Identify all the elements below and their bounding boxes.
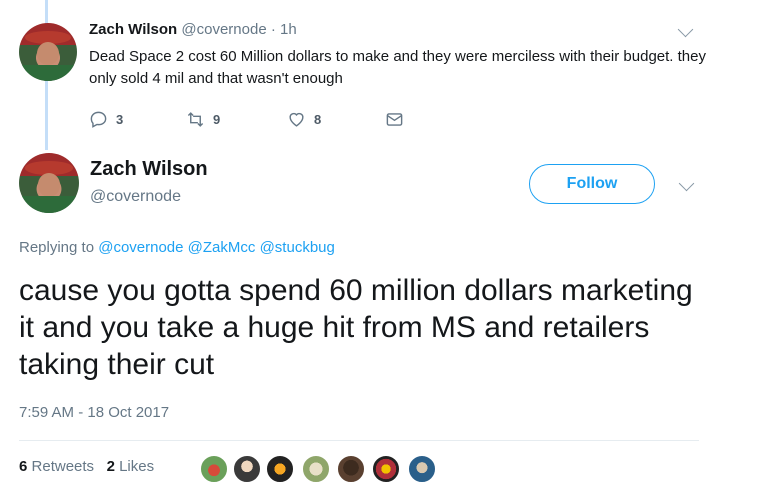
reply-icon: [90, 111, 107, 128]
like-count: 8: [314, 111, 322, 127]
retweet-action[interactable]: 9: [186, 108, 220, 130]
reply-mention-link[interactable]: @ZakMcc: [188, 239, 256, 256]
dm-action[interactable]: [385, 108, 404, 130]
replying-to: Replying to @covernode @ZakMcc @stuckbug: [19, 239, 335, 256]
main-author-handle[interactable]: @covernode: [90, 188, 181, 206]
tweet-stats: 6 Retweets 2 Likes: [19, 458, 154, 475]
retweets-stat[interactable]: 6 Retweets: [19, 458, 94, 475]
parent-tweet-header: Zach Wilson @covernode · 1h: [89, 21, 297, 38]
avatar-face: [36, 42, 59, 66]
likes-label: Likes: [119, 458, 155, 475]
parent-tweet-text: Dead Space 2 cost 60 Million dollars to …: [89, 48, 706, 87]
avatar-face: [37, 172, 61, 197]
retweet-icon: [187, 111, 204, 127]
chevron-down-icon[interactable]: [677, 21, 694, 38]
engager-avatar[interactable]: [337, 455, 365, 483]
engager-avatar[interactable]: [266, 455, 294, 483]
likes-count: 2: [106, 458, 115, 475]
parent-author-name[interactable]: Zach Wilson: [89, 21, 177, 38]
likes-stat[interactable]: 2 Likes: [107, 458, 155, 475]
stats-divider: [19, 440, 699, 441]
main-author-name[interactable]: Zach Wilson: [90, 158, 208, 181]
avatar-shirt: [19, 196, 79, 213]
avatar-shirt: [19, 64, 77, 81]
like-action[interactable]: 8: [287, 108, 321, 130]
engager-avatar[interactable]: [408, 455, 436, 483]
heart-icon: [289, 112, 304, 127]
reply-count: 3: [116, 111, 124, 127]
follow-button[interactable]: Follow: [529, 164, 655, 204]
parent-time[interactable]: 1h: [280, 21, 297, 38]
reply-action[interactable]: 3: [89, 108, 123, 130]
parent-author-handle[interactable]: @covernode: [181, 21, 266, 38]
engager-avatar[interactable]: [372, 455, 400, 483]
reply-mention-link[interactable]: @stuckbug: [260, 239, 335, 256]
retweets-label: Retweets: [31, 458, 95, 475]
engager-avatar[interactable]: [302, 455, 330, 483]
engager-avatar[interactable]: [200, 455, 228, 483]
replying-prefix: Replying to: [19, 239, 95, 256]
retweets-count: 6: [19, 458, 28, 475]
reply-mention-link[interactable]: @covernode: [98, 239, 183, 256]
parent-time-separator: ·: [270, 21, 276, 38]
envelope-icon: [386, 112, 403, 126]
engager-avatar[interactable]: [233, 455, 261, 483]
parent-avatar[interactable]: [19, 23, 77, 81]
main-tweet-text: cause you gotta spend 60 million dollars…: [19, 274, 693, 381]
main-avatar[interactable]: [19, 153, 79, 213]
chevron-down-icon[interactable]: [678, 175, 695, 192]
retweet-count: 9: [213, 111, 221, 127]
tweet-timestamp[interactable]: 7:59 AM - 18 Oct 2017: [19, 404, 169, 421]
